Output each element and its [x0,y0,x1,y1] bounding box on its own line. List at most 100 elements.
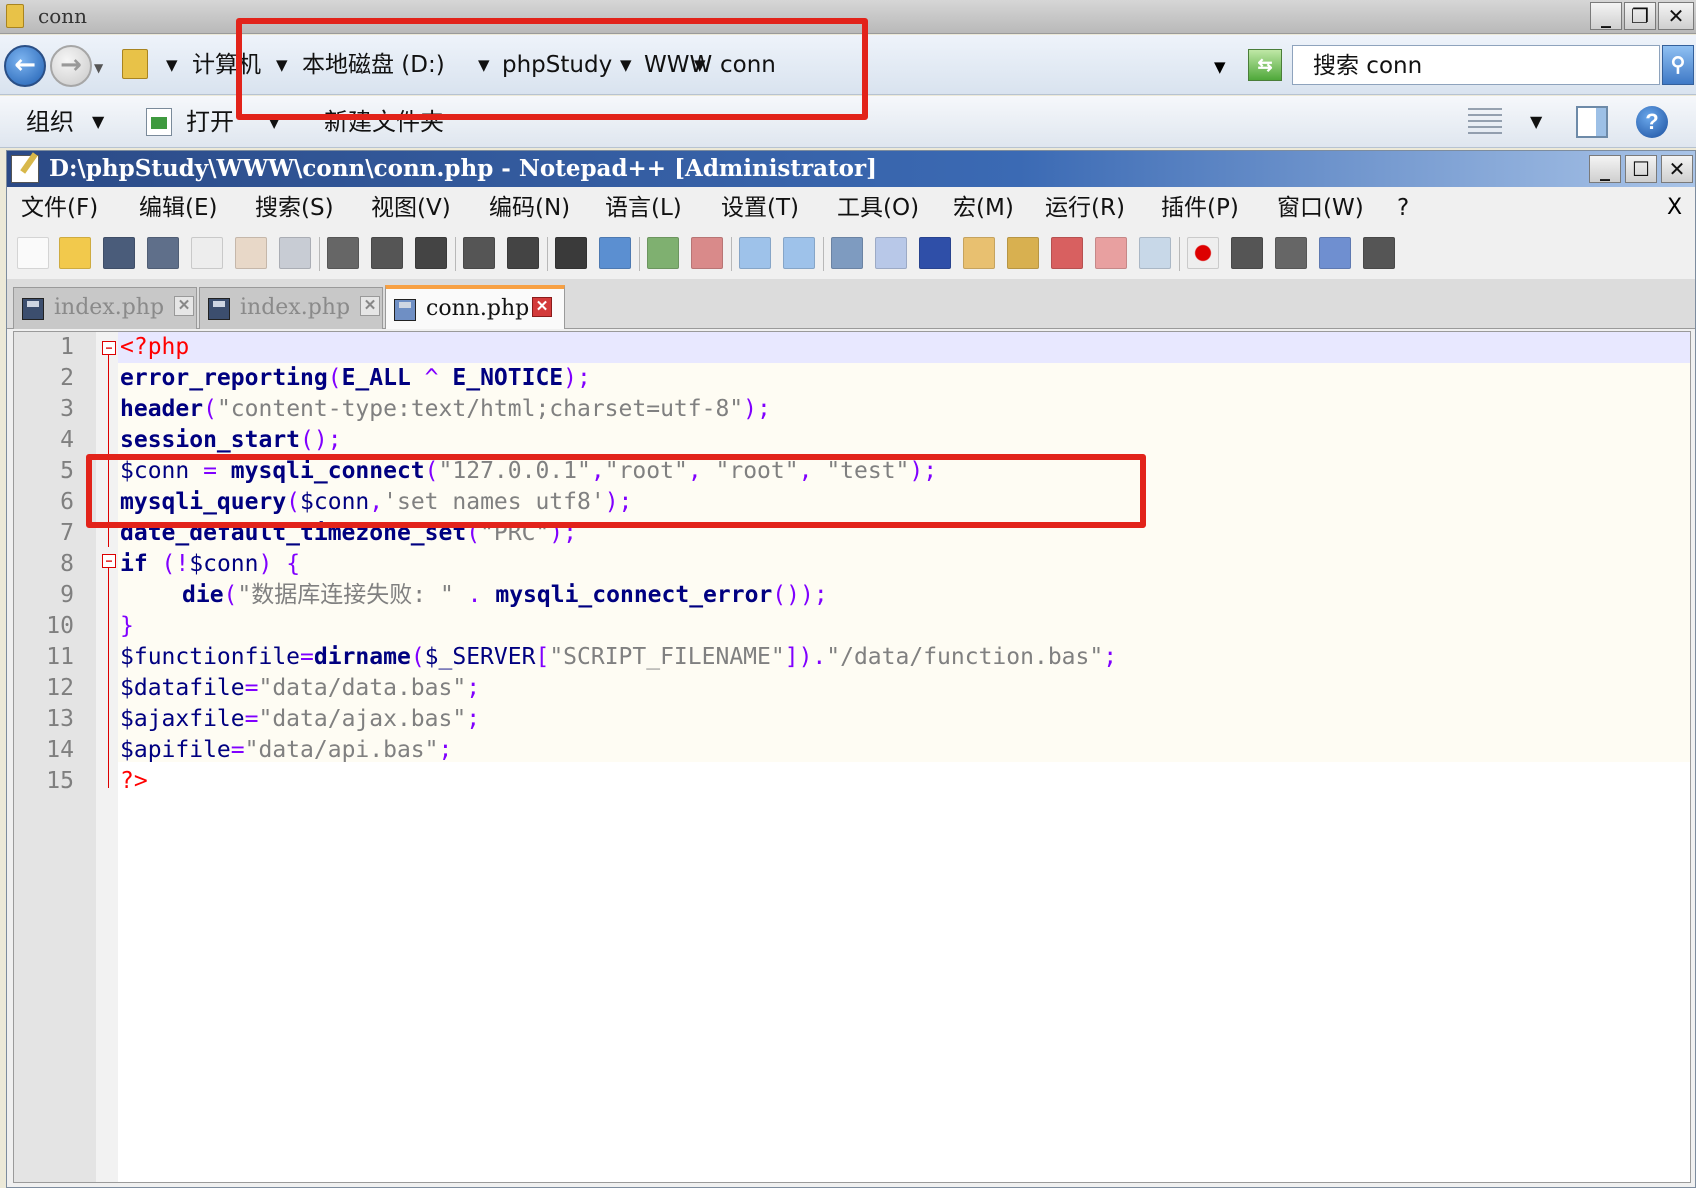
restore-button[interactable]: ❐ [1624,2,1656,30]
minimize-button[interactable]: _ [1589,155,1621,183]
menu-macro[interactable]: 宏(M) [953,190,1014,226]
sync-vertical-icon[interactable] [739,237,771,269]
npp-tabbar: index.php ✕ index.php ✕ conn.php ✕ [7,279,1695,329]
playback-macro-icon[interactable] [1275,237,1307,269]
tab-conn-php[interactable]: conn.php ✕ [385,285,565,329]
maximize-button[interactable]: ☐ [1625,155,1657,183]
redo-icon[interactable] [507,237,539,269]
menu-settings[interactable]: 设置(T) [721,190,799,226]
menu-language[interactable]: 语言(L) [605,190,682,226]
menu-search[interactable]: 搜索(S) [255,190,334,226]
code-text: session_start(); [120,427,342,453]
forward-button[interactable]: → [50,45,92,87]
line-number: 10 [46,613,74,639]
menu-run[interactable]: 运行(R) [1045,190,1125,226]
refresh-button[interactable]: ⇆ [1248,49,1282,81]
word-wrap-icon[interactable] [831,237,863,269]
notepadpp-window: D:\phpStudy\WWW\conn\conn.php - Notepad+… [6,150,1696,1188]
open-file-icon[interactable] [59,237,91,269]
open-button[interactable]: 打开 [186,104,234,140]
line-number: 12 [46,675,74,701]
line-number: 5 [60,458,74,484]
menu-window[interactable]: 窗口(W) [1277,190,1364,226]
menu-plugins[interactable]: 插件(P) [1161,190,1239,226]
help-icon[interactable]: ? [1636,106,1668,138]
search-icon[interactable]: ⚲ [1662,45,1694,85]
address-dropdown-icon[interactable]: ▼ [1214,49,1226,85]
code-line: 8 if (!$conn) { [14,549,1690,580]
breadcrumb-arrow-icon[interactable]: ▼ [166,47,178,83]
tab-close-icon[interactable]: ✕ [174,296,194,316]
document-map-icon[interactable] [1007,237,1039,269]
notepadpp-icon [11,155,39,183]
function-list-icon[interactable] [1051,237,1083,269]
toolbar-separator [455,237,456,271]
line-number: 2 [60,365,74,391]
stop-recording-icon[interactable] [1231,237,1263,269]
zoom-in-icon[interactable] [647,237,679,269]
toolbar-separator [1179,237,1180,271]
show-all-characters-icon[interactable] [875,237,907,269]
menu-view[interactable]: 视图(V) [371,190,451,226]
close-document-x[interactable]: X [1667,190,1682,226]
close-button[interactable]: ✕ [1661,155,1693,183]
monitoring-icon[interactable] [1139,237,1171,269]
run-macro-multiple-icon[interactable] [1319,237,1351,269]
npp-menubar: 文件(F) 编辑(E) 搜索(S) 视图(V) 编码(N) 语言(L) 设置(T… [7,188,1695,228]
copy-icon[interactable] [371,237,403,269]
npp-toolbar [7,229,1695,279]
menu-file[interactable]: 文件(F) [21,190,98,226]
code-text: die("数据库连接失败: " . mysqli_connect_error()… [182,582,828,608]
save-all-icon[interactable] [147,237,179,269]
menu-tools[interactable]: 工具(O) [837,190,919,226]
folder-as-workspace-icon[interactable] [1095,237,1127,269]
npp-titlebar: D:\phpStudy\WWW\conn\conn.php - Notepad+… [7,151,1695,187]
language-define-icon[interactable] [963,237,995,269]
organize-menu[interactable]: 组织 [26,104,74,140]
npp-title: D:\phpStudy\WWW\conn\conn.php - Notepad+… [49,155,877,182]
code-line: 10 } [14,611,1690,642]
sync-horizontal-icon[interactable] [783,237,815,269]
view-options-icon[interactable] [1468,108,1502,136]
new-file-icon[interactable] [17,237,49,269]
menu-help[interactable]: ? [1397,190,1409,226]
indent-guide-icon[interactable] [919,237,951,269]
save-icon[interactable] [103,237,135,269]
minimize-button[interactable]: _ [1590,2,1622,30]
floppy-icon [394,299,416,321]
line-number: 3 [60,396,74,422]
code-line: 14 $apifile="data/api.bas"; [14,735,1690,766]
chevron-down-icon[interactable]: ▼ [1530,104,1542,140]
line-number: 9 [60,582,74,608]
record-macro-icon[interactable] [1187,237,1219,269]
preview-pane-icon[interactable] [1576,106,1608,138]
back-button[interactable]: ← [4,45,46,87]
close-all-icon[interactable] [235,237,267,269]
code-text: ?> [120,768,148,794]
close-file-icon[interactable] [191,237,223,269]
menu-edit[interactable]: 编辑(E) [139,190,217,226]
replace-icon[interactable] [599,237,631,269]
chevron-down-icon[interactable]: ▼ [92,104,104,140]
tab-index-php-1[interactable]: index.php ✕ [13,287,197,329]
close-button[interactable]: ✕ [1658,2,1694,30]
search-input[interactable]: 搜索 conn [1292,45,1660,85]
find-icon[interactable] [555,237,587,269]
line-number: 7 [60,520,74,546]
tab-index-php-2[interactable]: index.php ✕ [199,287,383,329]
tab-close-icon[interactable]: ✕ [532,297,552,317]
cut-icon[interactable] [327,237,359,269]
print-icon[interactable] [279,237,311,269]
tab-label: conn.php [426,296,530,321]
zoom-out-icon[interactable] [691,237,723,269]
code-line: 13 $ajaxfile="data/ajax.bas"; [14,704,1690,735]
menu-encoding[interactable]: 编码(N) [489,190,570,226]
annotation-box-mysqli-connect [86,454,1146,528]
paste-icon[interactable] [415,237,447,269]
undo-icon[interactable] [463,237,495,269]
recent-pages-dropdown-icon[interactable]: ▼ [94,61,103,75]
tab-close-icon[interactable]: ✕ [360,296,380,316]
search-text: 搜索 conn [1313,53,1423,79]
save-macro-icon[interactable] [1363,237,1395,269]
open-icon[interactable] [146,108,172,136]
